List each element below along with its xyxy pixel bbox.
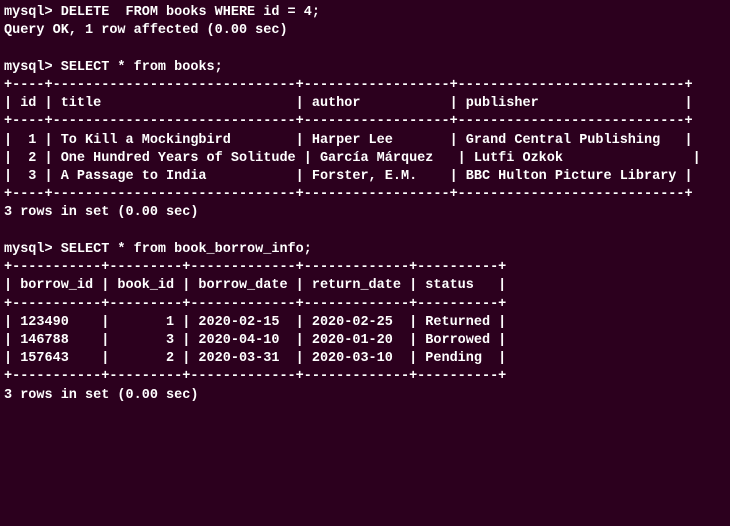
terminal-line[interactable]: mysql> SELECT * from book_borrow_info; xyxy=(4,241,726,259)
table-header: | borrow_id | book_id | borrow_date | re… xyxy=(4,277,726,295)
command-text: SELECT * from book_borrow_info; xyxy=(61,242,312,257)
query-result: 3 rows in set (0.00 sec) xyxy=(4,387,726,405)
mysql-prompt: mysql> xyxy=(4,5,61,20)
table-row: | 157643 | 2 | 2020-03-31 | 2020-03-10 |… xyxy=(4,350,726,368)
table-row: | 146788 | 3 | 2020-04-10 | 2020-01-20 |… xyxy=(4,332,726,350)
blank-line xyxy=(4,40,726,58)
mysql-prompt: mysql> xyxy=(4,60,61,75)
table-header: | id | title | author | publisher | xyxy=(4,95,726,113)
query-result: Query OK, 1 row affected (0.00 sec) xyxy=(4,22,726,40)
table-row: | 3 | A Passage to India | Forster, E.M.… xyxy=(4,168,726,186)
mysql-prompt: mysql> xyxy=(4,242,61,257)
terminal-line[interactable]: mysql> SELECT * from books; xyxy=(4,59,726,77)
table-separator: +----+------------------------------+---… xyxy=(4,186,726,204)
terminal-line[interactable]: mysql> DELETE FROM books WHERE id = 4; xyxy=(4,4,726,22)
command-text: SELECT * from books; xyxy=(61,60,223,75)
table-separator: +----+------------------------------+---… xyxy=(4,77,726,95)
blank-line xyxy=(4,223,726,241)
table-separator: +----+------------------------------+---… xyxy=(4,113,726,131)
table-row: | 2 | One Hundred Years of Solitude | Ga… xyxy=(4,150,726,168)
table-row: | 123490 | 1 | 2020-02-15 | 2020-02-25 |… xyxy=(4,314,726,332)
table-row: | 1 | To Kill a Mockingbird | Harper Lee… xyxy=(4,132,726,150)
command-text: DELETE FROM books WHERE id = 4; xyxy=(61,5,320,20)
table-separator: +-----------+---------+-------------+---… xyxy=(4,368,726,386)
table-separator: +-----------+---------+-------------+---… xyxy=(4,296,726,314)
table-separator: +-----------+---------+-------------+---… xyxy=(4,259,726,277)
query-result: 3 rows in set (0.00 sec) xyxy=(4,204,726,222)
